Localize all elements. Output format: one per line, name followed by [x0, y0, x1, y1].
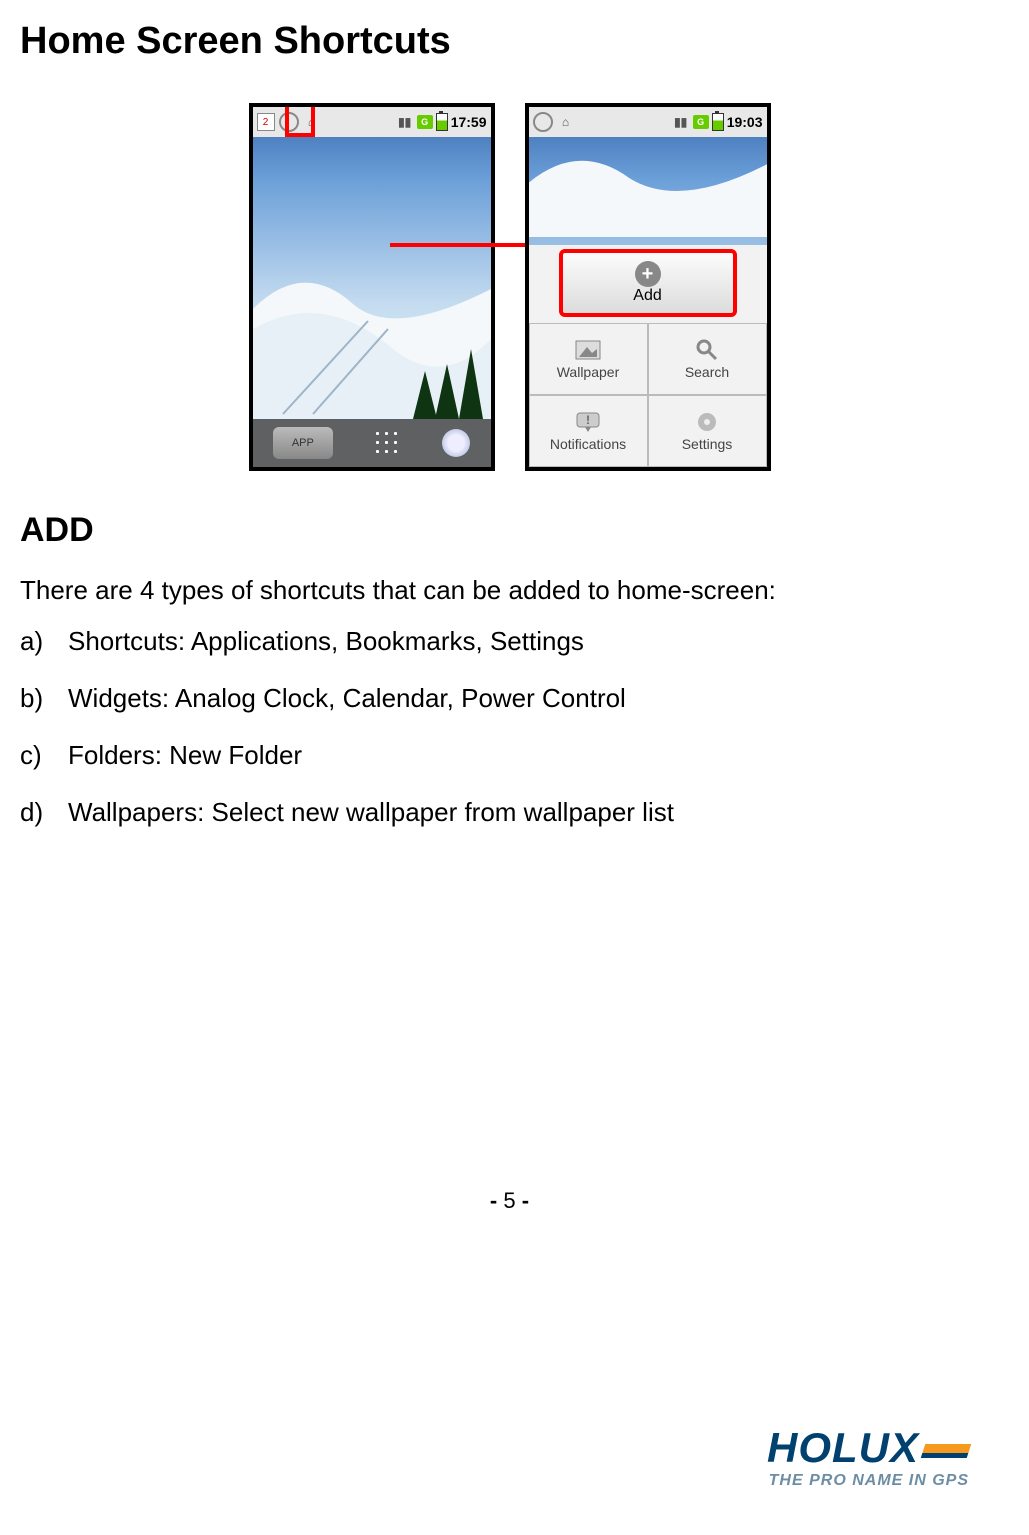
list-item: c) Folders: New Folder [20, 740, 999, 771]
menu-label: Settings [682, 436, 733, 452]
menu-label: Add [633, 287, 661, 305]
battery-icon [712, 113, 724, 131]
data-icon: G [417, 115, 433, 129]
list-item: b) Widgets: Analog Clock, Calendar, Powe… [20, 683, 999, 714]
home-menu: + Add Wallpaper Search ! Noti [529, 245, 767, 467]
menu-add-button[interactable]: + Add [559, 249, 737, 317]
tree-graphic [435, 364, 459, 419]
calendar-notif-icon: 2 [257, 113, 275, 131]
battery-icon [436, 113, 448, 131]
logo-tagline: THE PRO NAME IN GPS [767, 1472, 969, 1490]
notification-highlight [285, 103, 315, 137]
signal-icon: ▮▮ [672, 113, 690, 131]
home-icon: ⌂ [557, 113, 575, 131]
phone-screenshot-right: ⌂ ▮▮ G 19:03 + Add Wall [525, 103, 771, 471]
list-text: Wallpapers: Select new wallpaper from wa… [68, 797, 674, 828]
data-icon: G [693, 115, 709, 129]
tree-graphic [459, 349, 483, 419]
phone-dock: APP [253, 419, 491, 467]
picture-icon [574, 339, 602, 361]
list-text: Folders: New Folder [68, 740, 302, 771]
list-text: Widgets: Analog Clock, Calendar, Power C… [68, 683, 626, 714]
gear-icon [693, 411, 721, 433]
figure-row: 2 ⌂ ▮▮ G 17:59 APP [20, 103, 999, 471]
signal-icon: ▮▮ [396, 113, 414, 131]
plus-icon: + [635, 261, 661, 287]
logo-bar-icon [921, 1444, 972, 1458]
menu-wallpaper-button[interactable]: Wallpaper [529, 323, 648, 395]
app-drawer-icon[interactable] [373, 429, 401, 457]
search-icon [693, 339, 721, 361]
dock-app-button[interactable]: APP [273, 427, 333, 459]
menu-search-button[interactable]: Search [648, 323, 767, 395]
list-marker: d) [20, 797, 68, 828]
list-marker: a) [20, 626, 68, 657]
menu-label: Search [685, 364, 729, 380]
list-marker: c) [20, 740, 68, 771]
wallpaper-snow [529, 137, 767, 237]
section-heading-add: ADD [20, 511, 999, 550]
intro-text: There are 4 types of shortcuts that can … [20, 575, 999, 606]
list-text: Shortcuts: Applications, Bookmarks, Sett… [68, 626, 584, 657]
shortcut-list: a) Shortcuts: Applications, Bookmarks, S… [20, 626, 999, 828]
list-item: a) Shortcuts: Applications, Bookmarks, S… [20, 626, 999, 657]
menu-label: Wallpaper [557, 364, 620, 380]
phone-screenshot-left: 2 ⌂ ▮▮ G 17:59 APP [249, 103, 495, 471]
page-title: Home Screen Shortcuts [20, 20, 999, 63]
menu-settings-button[interactable]: Settings [648, 395, 767, 467]
list-marker: b) [20, 683, 68, 714]
status-bar: ⌂ ▮▮ G 19:03 [529, 107, 767, 137]
tree-graphic [413, 371, 437, 419]
page-number: - 5 - [20, 1188, 999, 1216]
list-item: d) Wallpapers: Select new wallpaper from… [20, 797, 999, 828]
clock-time: 19:03 [727, 114, 763, 130]
browser-icon[interactable] [442, 429, 470, 457]
menu-label: Notifications [550, 436, 626, 452]
footer-logo: HOLUX THE PRO NAME IN GPS [767, 1424, 969, 1490]
menu-notifications-button[interactable]: ! Notifications [529, 395, 648, 467]
svg-text:!: ! [586, 413, 590, 427]
sync-icon [533, 112, 553, 132]
notification-icon: ! [574, 411, 602, 433]
logo-text: HOLUX [767, 1424, 919, 1471]
clock-time: 17:59 [451, 114, 487, 130]
